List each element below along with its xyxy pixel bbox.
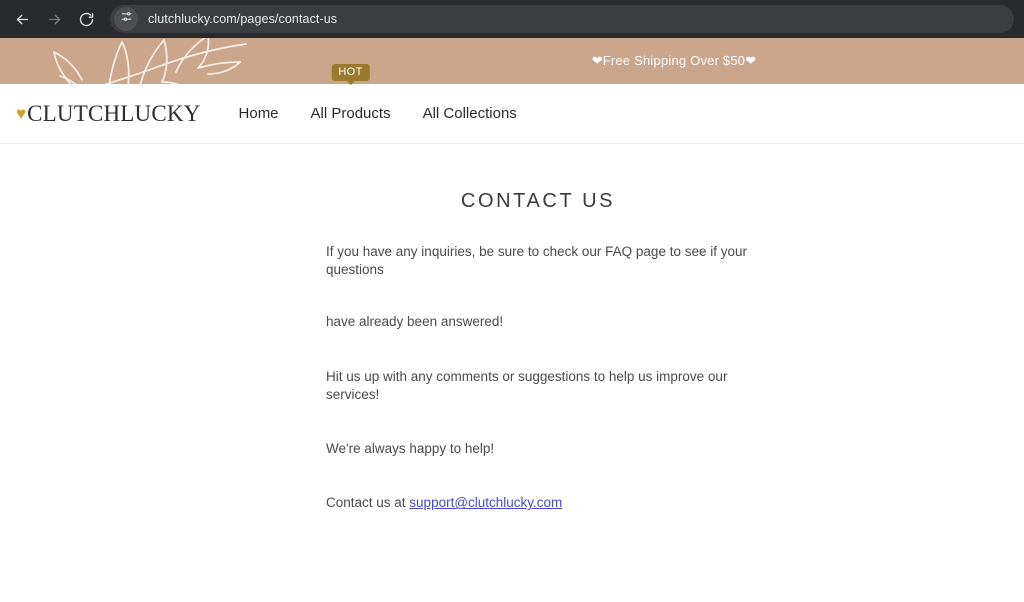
support-email-link[interactable]: support@clutchlucky.com [409,495,562,510]
nav-item-home[interactable]: Home [223,84,295,144]
nav-label: All Products [310,104,391,122]
paragraph-inquiries-line2: have already been answered! [326,314,504,330]
site-settings-button[interactable] [114,7,138,31]
nav-label: All Collections [422,104,517,122]
page-title: CONTACT US [460,190,616,212]
tune-sliders-icon [120,10,133,28]
announcement-bar: ❤Free Shipping Over $50❤ [0,38,1024,84]
address-bar[interactable]: clutchlucky.com/pages/contact-us [110,5,1014,33]
paragraph-contact-email: Contact us at support@clutchlucky.com [326,494,750,512]
nav-item-all-products[interactable]: HOT All Products [295,63,407,144]
page-viewport: ❤Free Shipping Over $50❤ ♥ CLUTCHLUCKY H… [0,38,1024,602]
forward-button[interactable] [40,5,68,33]
logo-text: CLUTCHLUCKY [27,100,201,126]
announcement-text: ❤Free Shipping Over $50❤ [591,53,757,68]
paragraph-suggestions: Hit us up with any comments or suggestio… [326,368,728,402]
contact-prefix-text: Contact us at [326,495,410,511]
paragraph-inquiries-line1: If you have any inquiries, be sure to ch… [326,244,747,278]
back-button[interactable] [8,5,36,33]
nav-label: Home [238,104,279,122]
browser-toolbar: clutchlucky.com/pages/contact-us [0,0,1024,38]
reload-button[interactable] [72,5,100,33]
reload-icon [78,11,95,28]
hot-badge: HOT [331,63,370,81]
nav-item-all-collections[interactable]: All Collections [407,84,533,144]
paragraph-happy-to-help: We're always happy to help! [326,441,495,457]
main-content: CONTACT US If you have any inquiries, be… [0,144,1024,513]
forward-arrow-icon [46,11,63,28]
url-text[interactable]: clutchlucky.com/pages/contact-us [148,12,337,26]
back-arrow-icon [14,11,31,28]
contact-body: If you have any inquiries, be sure to ch… [326,243,750,513]
site-header: ♥ CLUTCHLUCKY Home HOT All Products All … [0,63,1024,144]
main-navigation: Home HOT All Products All Collections [223,63,533,144]
heart-icon: ♥ [16,104,27,123]
site-logo[interactable]: ♥ CLUTCHLUCKY [16,101,201,127]
